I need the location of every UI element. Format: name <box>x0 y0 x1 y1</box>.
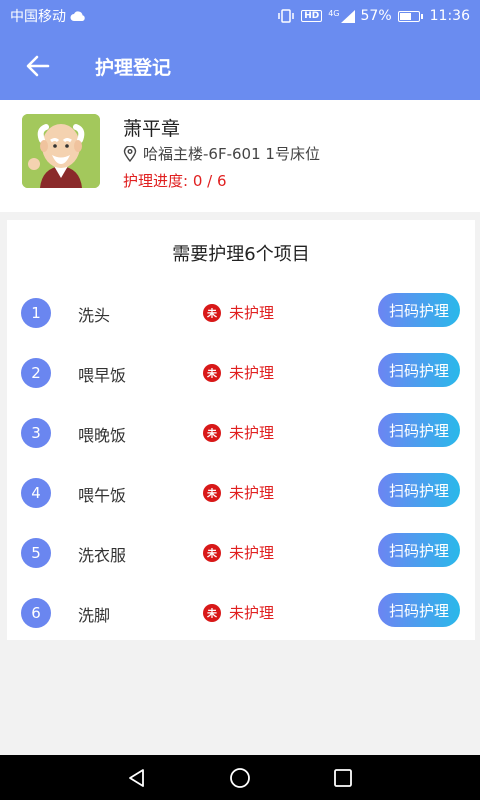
status-text: 未护理 <box>229 364 275 382</box>
task-status: 未 未护理 <box>203 422 274 443</box>
signal-icon: 4G <box>328 9 355 23</box>
vibrate-icon <box>278 9 294 23</box>
task-label: 洗脚 <box>78 606 111 625</box>
task-label: 喂午饭 <box>78 486 127 505</box>
pending-icon: 未 <box>203 423 221 442</box>
nav-back-button[interactable] <box>117 758 157 798</box>
status-text: 未护理 <box>229 604 275 622</box>
task-heading: 需要护理6个项目 <box>172 244 310 265</box>
scan-care-button[interactable]: 扫码护理 <box>378 473 460 507</box>
task-row: 6 洗脚 未 未护理 扫码护理 <box>7 592 475 636</box>
status-text: 未护理 <box>229 304 275 322</box>
task-status: 未 未护理 <box>203 482 274 503</box>
task-index: 1 <box>21 298 51 328</box>
task-index: 5 <box>21 538 51 568</box>
pending-icon: 未 <box>203 363 221 382</box>
task-label: 喂早饭 <box>78 366 127 385</box>
task-status: 未 未护理 <box>203 362 274 383</box>
task-index: 3 <box>21 418 51 448</box>
status-text: 未护理 <box>229 544 275 562</box>
scan-care-button[interactable]: 扫码护理 <box>378 293 460 327</box>
task-index: 6 <box>21 598 51 628</box>
square-recents-icon <box>334 768 353 787</box>
scan-care-button[interactable]: 扫码护理 <box>378 533 460 567</box>
task-row: 3 喂晚饭 未 未护理 扫码护理 <box>7 412 475 456</box>
header: 中国移动 HD 4G 57% 11:36 护理登记 <box>0 0 480 100</box>
patient-name: 萧平章 <box>123 118 181 140</box>
task-label: 洗衣服 <box>78 546 127 565</box>
task-card: 需要护理6个项目 1 洗头 未 未护理 扫码护理 2 喂早饭 未 未护理 扫码护… <box>7 220 475 640</box>
battery-icon <box>397 10 423 22</box>
nav-home-button[interactable] <box>220 758 260 798</box>
pending-icon: 未 <box>203 603 221 622</box>
location-pin-icon <box>123 145 137 162</box>
hd-badge: HD <box>301 10 323 22</box>
app-bar: 护理登记 <box>0 32 480 100</box>
status-text: 未护理 <box>229 424 275 442</box>
status-text: 未护理 <box>229 484 275 502</box>
circle-home-icon <box>230 767 250 788</box>
task-row: 1 洗头 未 未护理 扫码护理 <box>7 292 475 336</box>
status-bar: 中国移动 HD 4G 57% 11:36 <box>0 0 480 32</box>
pending-icon: 未 <box>203 483 221 502</box>
patient-location: 哈福主楼-6F-601 1号床位 <box>123 143 320 164</box>
task-row: 2 喂早饭 未 未护理 扫码护理 <box>7 352 475 396</box>
page-title: 护理登记 <box>95 56 172 79</box>
task-status: 未 未护理 <box>203 302 274 323</box>
task-status: 未 未护理 <box>203 542 274 563</box>
carrier-label: 中国移动 <box>10 9 66 25</box>
task-row: 5 洗衣服 未 未护理 扫码护理 <box>7 532 475 576</box>
avatar <box>22 114 100 188</box>
nav-recents-button[interactable] <box>323 758 363 798</box>
cloud-icon <box>70 11 85 21</box>
task-index: 2 <box>21 358 51 388</box>
task-label: 喂晚饭 <box>78 426 127 445</box>
clock: 11:36 <box>429 8 470 24</box>
battery-percent: 57% <box>360 8 392 24</box>
scan-care-button[interactable]: 扫码护理 <box>378 353 460 387</box>
care-progress: 护理进度: 0 / 6 <box>123 172 227 190</box>
triangle-back-icon <box>128 768 144 787</box>
pending-icon: 未 <box>203 303 221 322</box>
task-status: 未 未护理 <box>203 602 274 623</box>
pending-icon: 未 <box>203 543 221 562</box>
arrow-left-icon <box>26 55 50 77</box>
patient-profile: 萧平章 哈福主楼-6F-601 1号床位 护理进度: 0 / 6 <box>0 100 480 212</box>
back-button[interactable] <box>18 46 58 86</box>
task-index: 4 <box>21 478 51 508</box>
task-label: 洗头 <box>78 306 111 325</box>
location-text: 哈福主楼-6F-601 1号床位 <box>143 145 320 163</box>
scan-care-button[interactable]: 扫码护理 <box>378 593 460 627</box>
system-nav-bar <box>0 755 480 800</box>
scan-care-button[interactable]: 扫码护理 <box>378 413 460 447</box>
task-row: 4 喂午饭 未 未护理 扫码护理 <box>7 472 475 516</box>
